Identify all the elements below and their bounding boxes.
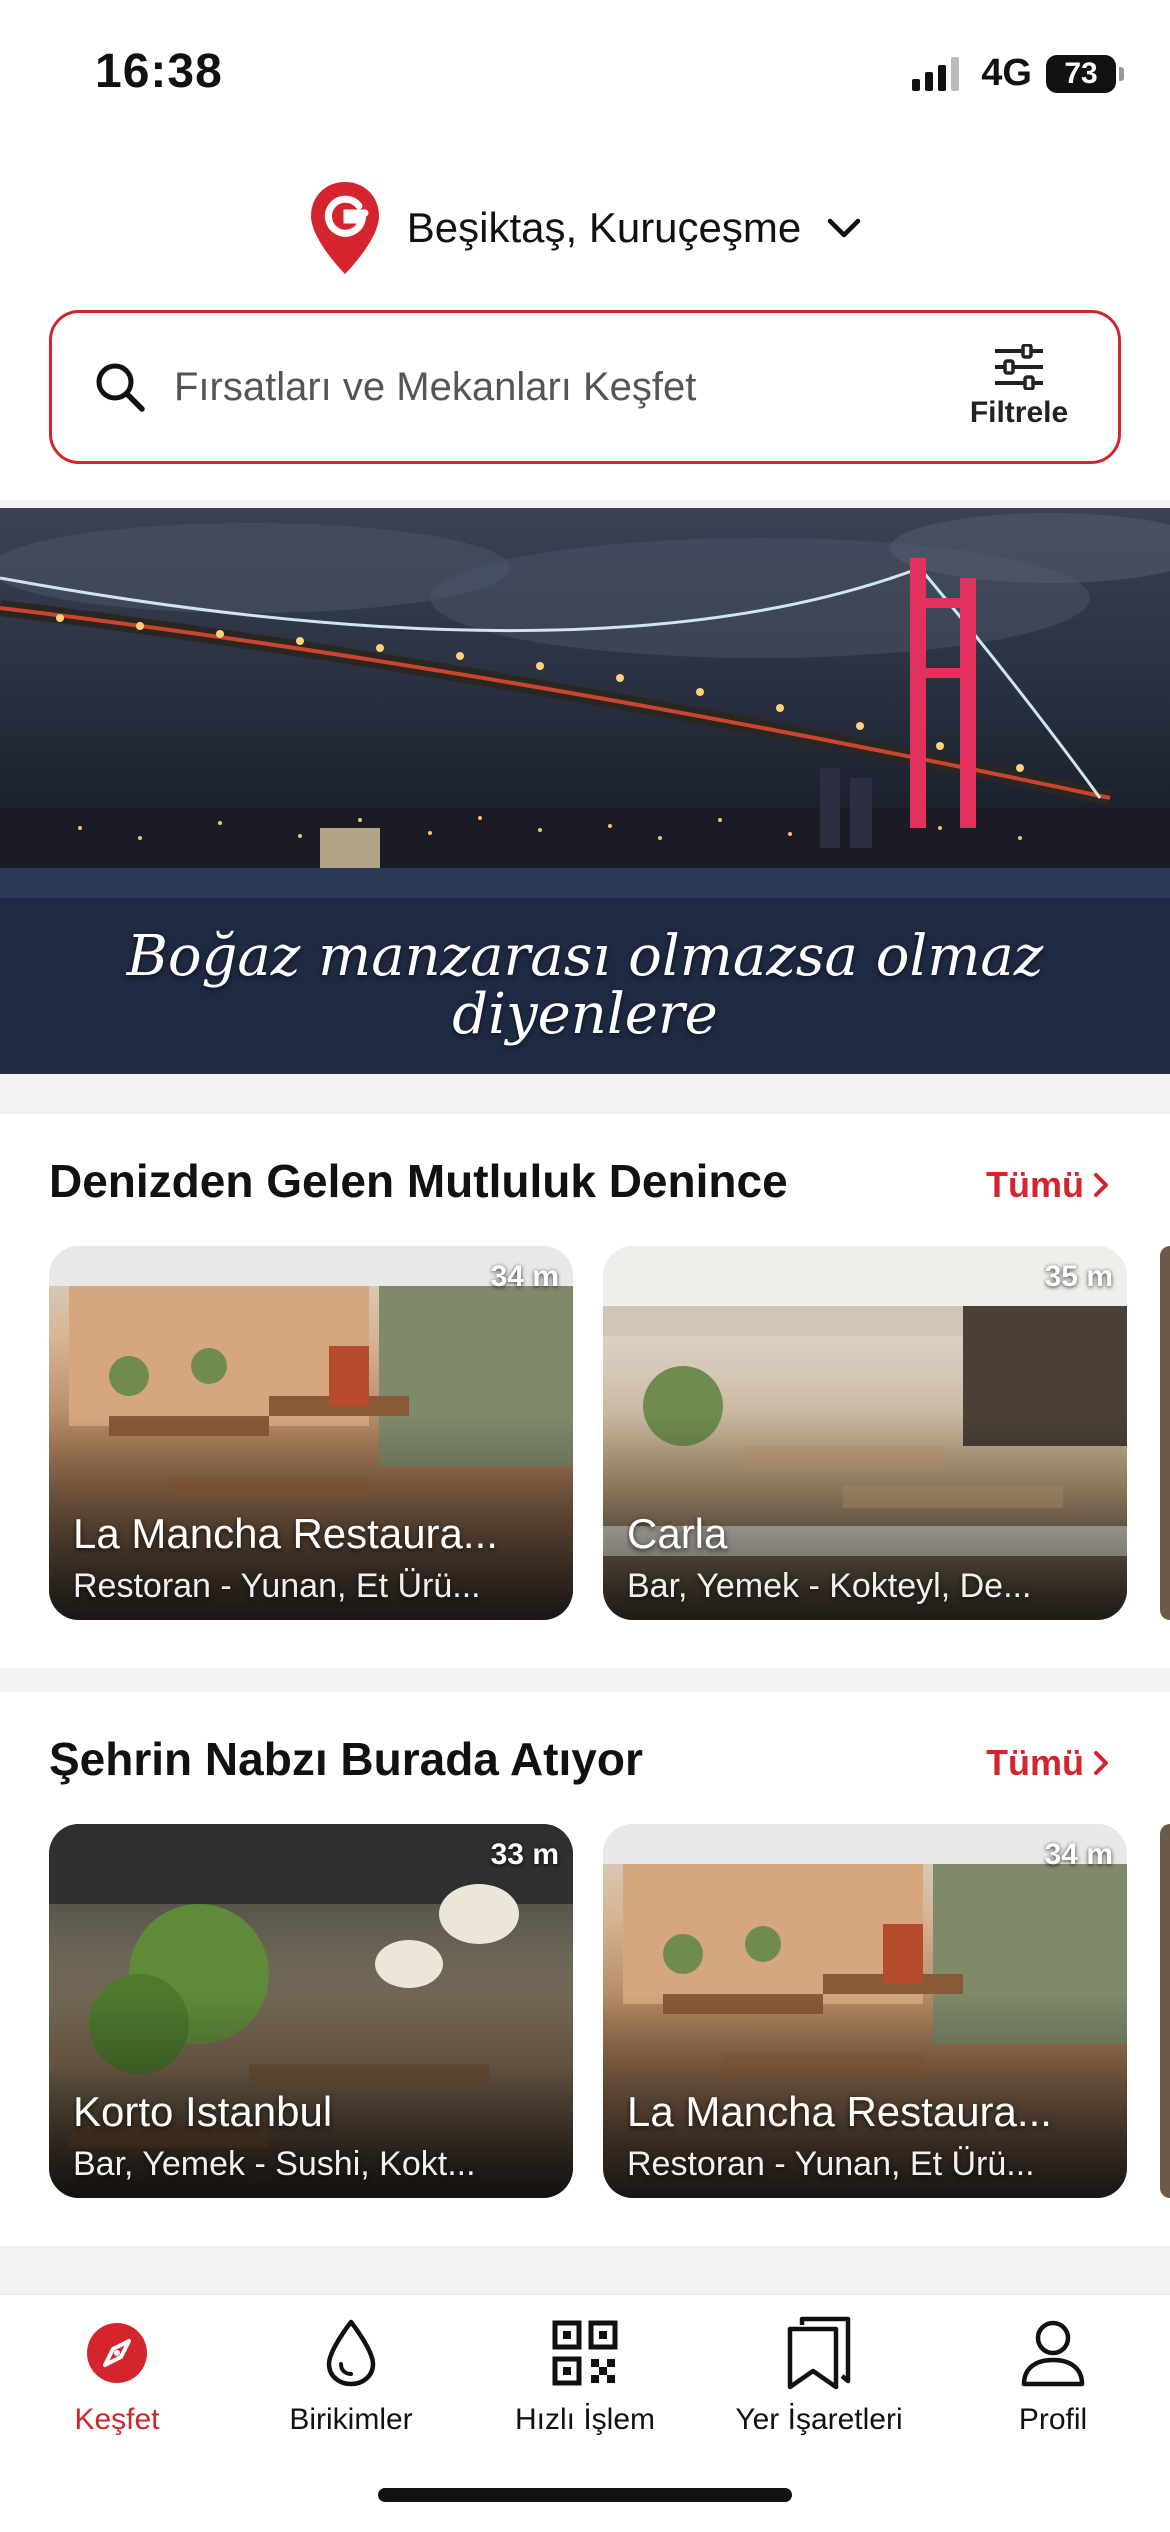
section-seafood: Denizden Gelen Mutluluk Denince Tümü 34 …: [0, 1114, 1170, 1668]
signal-icon: [912, 56, 960, 91]
search-input[interactable]: [174, 364, 944, 410]
see-all-label: Tümü: [986, 1164, 1084, 1205]
location-selector[interactable]: Beşiktaş, Kuruçeşme: [0, 180, 1170, 276]
venue-card[interactable]: 34 m La Mancha Restaura... Restoran - Yu…: [603, 1824, 1127, 2198]
filter-button[interactable]: Filtrele: [944, 327, 1094, 447]
sliders-icon: [995, 344, 1043, 390]
status-indicators: 4G 73: [912, 52, 1124, 95]
nav-item-profil[interactable]: Profil: [936, 2317, 1170, 2437]
hero-banner[interactable]: Boğaz manzarası olmazsa olmaz diyenlere: [0, 508, 1170, 1074]
chevron-right-icon: [1094, 1751, 1108, 1775]
card-description: Bar, Yemek - Kokteyl, De...: [627, 1567, 1032, 1605]
card-distance: 34 m: [490, 1260, 559, 1293]
chevron-right-icon: [1094, 1173, 1108, 1197]
venue-card[interactable]: 33 m Korto Istanbul Bar, Yemek - Sushi, …: [49, 1824, 573, 2198]
next-card-peek[interactable]: [1160, 1824, 1170, 2198]
battery-icon: 73: [1046, 54, 1124, 93]
search-bar: Filtrele: [49, 310, 1121, 464]
filter-label: Filtrele: [969, 396, 1069, 429]
section-title: Şehrin Nabzı Burada Atıyor: [49, 1733, 643, 1785]
nav-item-yer-isaretleri[interactable]: Yer İşaretleri: [702, 2316, 936, 2437]
venue-card[interactable]: 35 m Carla Bar, Yemek - Kokteyl, De...: [603, 1246, 1127, 1620]
card-name: La Mancha Restaura...: [73, 1510, 498, 1557]
qr-code-icon: [549, 2317, 621, 2389]
nav-label: Keşfet: [74, 2403, 160, 2436]
nav-item-kesfet[interactable]: Keşfet: [0, 2317, 234, 2437]
see-all-link[interactable]: Tümü: [986, 1164, 1110, 1206]
card-distance: 33 m: [490, 1838, 559, 1871]
venue-card[interactable]: 34 m La Mancha Restaura... Restoran - Yu…: [49, 1246, 573, 1620]
see-all-label: Tümü: [986, 1742, 1084, 1783]
search-icon: [96, 363, 145, 412]
home-indicator[interactable]: [378, 2488, 792, 2502]
nav-label: Profil: [1018, 2403, 1088, 2436]
card-description: Bar, Yemek - Sushi, Kokt...: [73, 2145, 476, 2183]
card-description: Restoran - Yunan, Et Ürü...: [627, 2145, 1035, 2183]
nav-label: Yer İşaretleri: [735, 2403, 903, 2436]
bookmarks-icon: [783, 2316, 855, 2390]
nav-label: Hızlı İşlem: [514, 2403, 655, 2436]
card-name: La Mancha Restaura...: [627, 2088, 1052, 2135]
profile-icon: [1017, 2317, 1089, 2389]
see-all-link[interactable]: Tümü: [986, 1742, 1110, 1784]
section-title: Denizden Gelen Mutluluk Denince: [49, 1155, 788, 1207]
drop-icon: [315, 2317, 387, 2389]
status-time: 16:38: [95, 45, 223, 98]
chevron-down-icon: [828, 218, 861, 238]
location-label: Beşiktaş, Kuruçeşme: [406, 204, 802, 251]
card-distance: 35 m: [1044, 1260, 1113, 1293]
card-name: Korto Istanbul: [73, 2088, 333, 2135]
next-card-peek[interactable]: [1160, 1246, 1170, 1620]
location-pin-logo-icon: [310, 182, 379, 274]
card-name: Carla: [627, 1510, 728, 1557]
hero-caption-line1: Boğaz manzarası olmazsa olmaz: [126, 924, 1044, 989]
nav-label: Birikimler: [289, 2403, 413, 2436]
hero-caption: Boğaz manzarası olmazsa olmaz diyenlere: [0, 928, 1170, 1044]
battery-level: 73: [1064, 56, 1098, 90]
card-distance: 34 m: [1044, 1838, 1113, 1871]
network-label: 4G: [981, 52, 1032, 94]
compass-icon: [81, 2317, 153, 2389]
nav-item-hizli-islem[interactable]: Hızlı İşlem: [468, 2317, 702, 2437]
status-bar: 16:38 4G 73: [0, 0, 1170, 140]
hero-caption-line2: diyenlere: [452, 982, 718, 1047]
card-description: Restoran - Yunan, Et Ürü...: [73, 1567, 481, 1605]
section-city-pulse: Şehrin Nabzı Burada Atıyor Tümü 33 m Kor…: [0, 1692, 1170, 2246]
nav-item-birikimler[interactable]: Birikimler: [234, 2317, 468, 2437]
header: Beşiktaş, Kuruçeşme Filtrele: [0, 140, 1170, 500]
